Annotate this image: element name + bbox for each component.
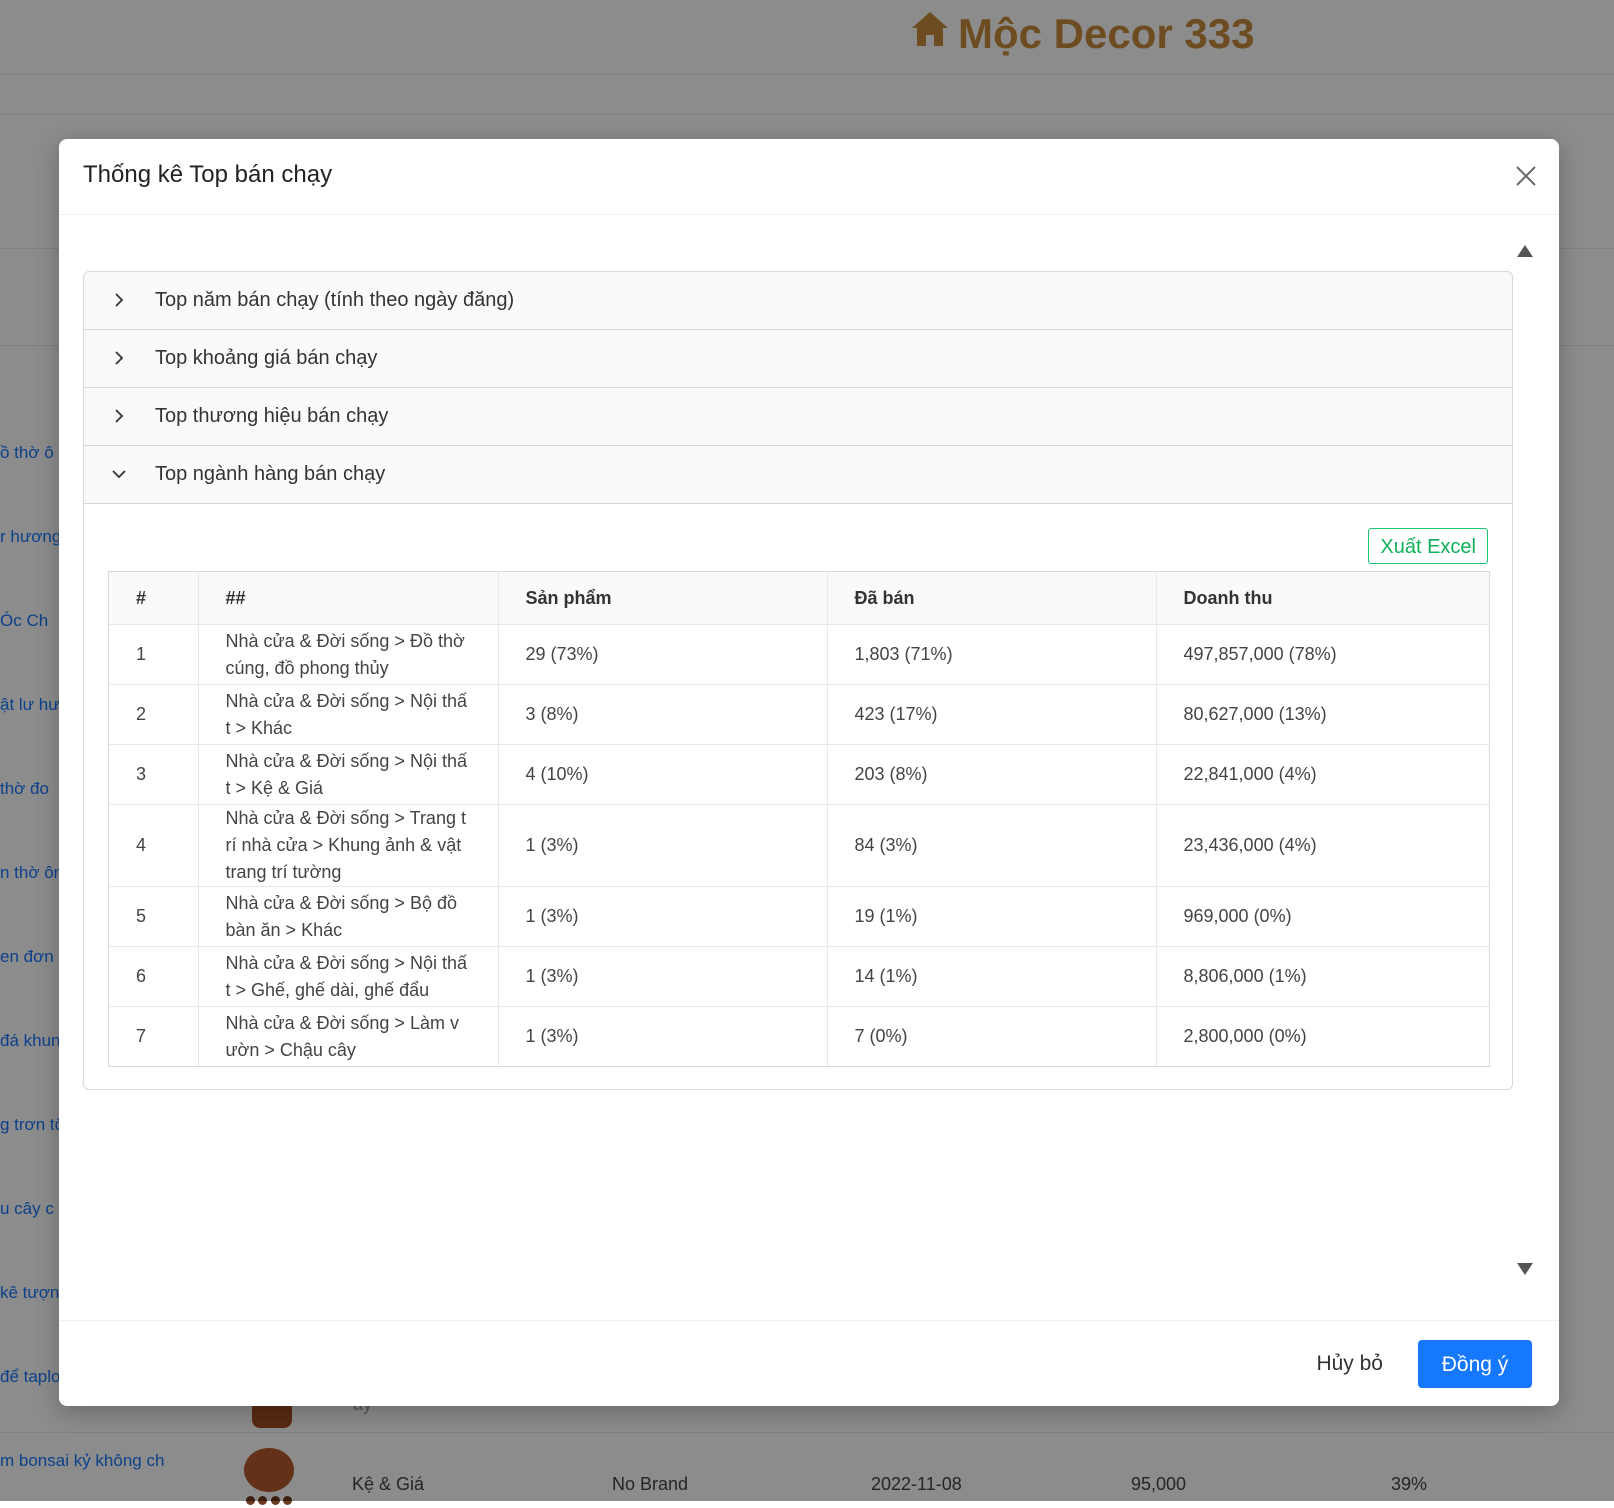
cell-sold: 84 (3%) (827, 804, 1157, 887)
cell-sold: 14 (1%) (827, 946, 1157, 1007)
cell-rank: 7 (109, 1006, 199, 1066)
stats-collapse: Top năm bán chạy (tính theo ngày đăng) T… (83, 271, 1513, 1090)
cell-products: 4 (10%) (498, 744, 828, 805)
close-button[interactable] (1513, 163, 1539, 189)
cell-products: 1 (3%) (498, 886, 828, 947)
cell-rank: 6 (109, 946, 199, 1007)
panel-label: Top thương hiệu bán chạy (155, 405, 389, 427)
cell-category: Nhà cửa & Đời sống > Làm vườn > Chậu cây (198, 1006, 499, 1066)
cell-revenue: 969,000 (0%) (1156, 886, 1489, 947)
table-row: 5 Nhà cửa & Đời sống > Bộ đồ bàn ăn > Kh… (109, 886, 1489, 947)
cell-products: 29 (73%) (498, 624, 828, 685)
ok-button[interactable]: Đồng ý (1418, 1340, 1532, 1388)
cell-revenue: 22,841,000 (4%) (1156, 744, 1489, 805)
panel-label: Top năm bán chạy (tính theo ngày đăng) (155, 289, 515, 311)
cell-products: 1 (3%) (498, 1006, 828, 1066)
cell-rank: 5 (109, 886, 199, 947)
modal-title: Thống kê Top bán chạy (83, 161, 333, 188)
categories-table: # ## Sản phẩm Đã bán Doanh thu 1 Nhà cửa… (108, 571, 1490, 1067)
cell-rank: 2 (109, 684, 199, 745)
export-excel-button[interactable]: Xuất Excel (1368, 528, 1488, 564)
panel-top-price-ranges[interactable]: Top khoảng giá bán chạy (84, 330, 1512, 388)
cell-category: Nhà cửa & Đời sống > Đồ thờ cúng, đồ pho… (198, 624, 499, 685)
cell-revenue: 2,800,000 (0%) (1183, 1026, 1307, 1046)
column-header: Đã bán (827, 572, 1157, 625)
table-row: 1 Nhà cửa & Đời sống > Đồ thờ cúng, đồ p… (109, 624, 1489, 685)
close-icon (1513, 166, 1539, 193)
table-row: 6 Nhà cửa & Đời sống > Nội thất > Ghế, g… (109, 946, 1489, 1007)
cell-rank: 3 (109, 744, 199, 805)
column-header: ## (198, 572, 499, 625)
cell-sold: 7 (0%) (827, 1006, 1157, 1066)
cell-category: Nhà cửa & Đời sống > Bộ đồ bàn ăn > Khác (198, 886, 499, 947)
column-header: # (109, 572, 199, 625)
column-header: Sản phẩm (498, 572, 828, 625)
cell-sold: 203 (8%) (827, 744, 1157, 805)
cell-sold: 1,803 (71%) (827, 624, 1157, 685)
table-row: 4 Nhà cửa & Đời sống > Trang trí nhà cửa… (109, 804, 1489, 887)
cell-rank: 4 (109, 804, 199, 887)
cell-category: Nhà cửa & Đời sống > Nội thất > Kệ & Giá (198, 744, 499, 805)
scroll-up-arrow-icon[interactable] (1516, 244, 1534, 258)
panel-top-years[interactable]: Top năm bán chạy (tính theo ngày đăng) (84, 272, 1512, 330)
column-header: Doanh thu (1156, 572, 1489, 625)
cell-products: 3 (8%) (498, 684, 828, 745)
cell-sold: 423 (17%) (827, 684, 1157, 745)
top-sellers-modal: Thống kê Top bán chạy Top năm bán chạy (… (59, 139, 1559, 1406)
chevron-right-icon (112, 349, 126, 367)
table-row: 7 Nhà cửa & Đời sống > Làm vườn > Chậu c… (109, 1006, 1489, 1066)
table-header-row: # ## Sản phẩm Đã bán Doanh thu (109, 572, 1489, 625)
cell-category: Nhà cửa & Đời sống > Nội thất > Ghế, ghế… (198, 946, 499, 1007)
cell-rank: 1 (109, 624, 199, 685)
cancel-button[interactable]: Hủy bỏ (1300, 1340, 1399, 1388)
scroll-down-arrow-icon[interactable] (1516, 1262, 1534, 1276)
panel-label: Top khoảng giá bán chạy (155, 347, 378, 369)
modal-body[interactable]: Top năm bán chạy (tính theo ngày đăng) T… (59, 215, 1559, 1320)
panel-top-categories[interactable]: Top ngành hàng bán chạy (84, 446, 1512, 504)
cell-revenue: 23,436,000 (4%) (1156, 804, 1489, 887)
cell-category: Nhà cửa & Đời sống > Trang trí nhà cửa >… (198, 804, 499, 887)
modal-footer: Hủy bỏ Đồng ý (59, 1320, 1559, 1406)
cell-revenue: 497,857,000 (78%) (1156, 624, 1489, 685)
table-row: 2 Nhà cửa & Đời sống > Nội thất > Khác 3… (109, 684, 1489, 745)
cell-sold: 19 (1%) (827, 886, 1157, 947)
cell-products: 1 (3%) (498, 804, 828, 887)
panel-content-categories: Xuất Excel # ## Sản phẩm Đã bán Doanh th… (84, 504, 1512, 1089)
chevron-right-icon (112, 291, 126, 309)
cell-revenue: 8,806,000 (1%) (1156, 946, 1489, 1007)
panel-top-brands[interactable]: Top thương hiệu bán chạy (84, 388, 1512, 446)
panel-label: Top ngành hàng bán chạy (155, 463, 386, 485)
table-row: 3 Nhà cửa & Đời sống > Nội thất > Kệ & G… (109, 744, 1489, 805)
chevron-down-icon (112, 465, 126, 483)
modal-header: Thống kê Top bán chạy (59, 139, 1559, 215)
cell-products: 1 (3%) (498, 946, 828, 1007)
chevron-right-icon (112, 407, 126, 425)
cell-category: Nhà cửa & Đời sống > Nội thất > Khác (198, 684, 499, 745)
cell-revenue: 80,627,000 (13%) (1156, 684, 1489, 745)
